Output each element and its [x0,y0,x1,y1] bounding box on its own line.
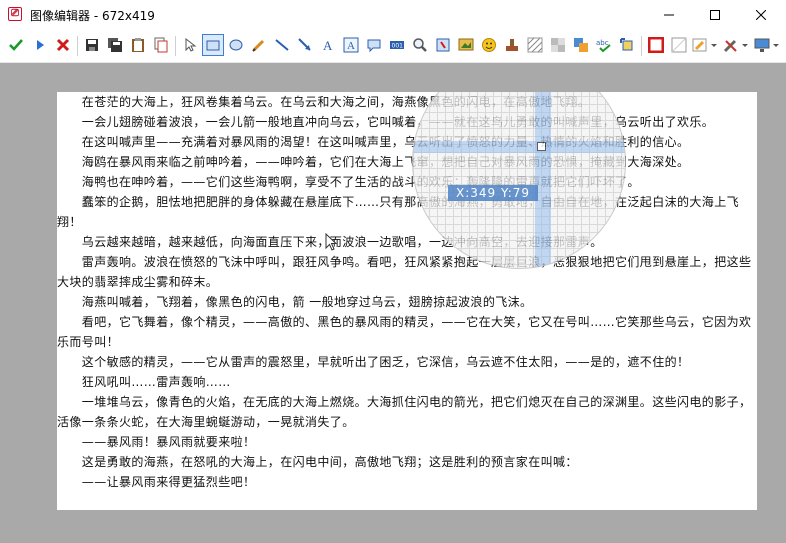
image-canvas[interactable]: 在苍茫的大海上，狂风卷集着乌云。在乌云和大海之间，海燕像黑色的闪电，在高傲地飞翔… [57,92,757,510]
ellipse-icon [229,39,243,51]
resize-icon [620,38,633,51]
minimize-button[interactable] [646,0,692,30]
copy-icon [154,37,168,53]
text-line: 海鸭也在呻吟着，——它们这些海鸭啊，享受不了生活的战斗的欢乐：轰隆隆的雷声就把它… [57,175,640,189]
cancel-button[interactable] [52,34,74,56]
line-icon [275,39,289,51]
text-line: 在苍茫的大海上，狂风卷集着乌云。在乌云和大海之间，海燕像黑色的闪电，在高傲地飞翔… [57,95,591,109]
text-line: 这是勇敢的海燕，在怒吼的大海上，在闪电中间，高傲地飞翔；这是胜利的预言家在叫喊： [57,455,578,469]
svg-text:001: 001 [392,43,404,50]
mouse-cursor-icon [325,233,338,251]
hatch-tool[interactable] [524,34,546,56]
counter-icon: 001 [390,41,404,50]
text-line: 蠢笨的企鹅，胆怯地把肥胖的身体躲藏在悬崖底下……只有那高傲的海燕，勇敢地，自由自… [57,195,740,229]
save-all-icon [108,38,122,52]
speech-bubble-tool[interactable] [363,34,385,56]
spellcheck-icon: abc [596,39,611,53]
emoji-tool[interactable] [478,34,500,56]
arrow-icon [298,38,311,51]
text-box-icon: A [343,37,359,53]
monitor-dropdown-icon [754,38,779,52]
text-line: 乌云越来越暗，越来越低，向海面直压下来，而波浪一边歌唱，一边冲向高空，去迎接那雷… [81,235,603,249]
border-color-button[interactable] [645,34,667,56]
border-color-icon [648,37,664,53]
spellcheck-tool[interactable]: abc [593,34,615,56]
text-line: 狂风吼叫……雷声轰响…… [57,375,231,389]
emoji-icon [482,38,496,52]
rectangle-icon [206,40,220,51]
crop-tool[interactable] [432,34,454,56]
svg-text:A: A [347,40,355,52]
pointer-icon [185,37,197,52]
toolbar: A A 001 abc [0,30,786,63]
save-icon [86,39,98,51]
text-line: 这个敏感的精灵，——它从雷声的震怒里，早就听出了困乏，它深信，乌云遮不住太阳，—… [57,355,690,369]
arrow-tool[interactable] [294,34,316,56]
text-line: 在这叫喊声里——充满着对暴风雨的渴望！在这叫喊声里，乌云听出了愤怒的力量、热情的… [57,135,690,149]
svg-text:abc: abc [596,39,609,47]
crop-icon [436,38,450,52]
fill-color-icon [671,37,687,53]
text-line: 雷声轰响。波浪在愤怒的飞沫中呼叫，跟狂风争鸣。看吧，狂风紧紧抱起一层层巨浪，恶狠… [57,255,752,289]
pencil-icon [252,39,265,52]
text-line: 看吧，它飞舞着，像个精灵，——高傲的、黑色的暴风雨的精灵，——它在大笑，它又在号… [57,315,752,349]
rectangle-tool[interactable] [202,34,224,56]
shapes-icon [574,38,588,52]
magnifier-icon [413,38,427,52]
document-text: 在苍茫的大海上，狂风卷集着乌云。在乌云和大海之间，海燕像黑色的闪电，在高傲地飞翔… [57,92,757,492]
stamp-tool[interactable] [501,34,523,56]
maximize-button[interactable] [692,0,738,30]
save-button[interactable] [81,34,103,56]
monitor-dropdown[interactable] [753,34,781,56]
ellipse-tool[interactable] [225,34,247,56]
window-title: 图像编辑器 - 672x419 [30,9,155,23]
title-bar: ⎚ 图像编辑器 - 672x419 [0,0,786,30]
text-icon: A [323,38,333,53]
hatch-icon [527,37,543,53]
select-tool[interactable] [179,34,201,56]
app-logo-icon: ⎚ [8,7,22,21]
shapes-tool[interactable] [570,34,592,56]
pencil-tool[interactable] [248,34,270,56]
maximize-icon [710,10,720,20]
highlight-dropdown-icon [692,38,717,52]
image-icon [458,38,474,51]
paste-icon [132,38,144,52]
text-tool[interactable]: A [317,34,339,56]
confirm-button[interactable] [5,34,27,56]
tools-dropdown-icon [723,39,748,53]
text-line: ——让暴风雨来得更猛烈些吧！ [57,475,256,489]
save-all-button[interactable] [104,34,126,56]
canvas-area[interactable]: 在苍茫的大海上，狂风卷集着乌云。在乌云和大海之间，海燕像黑色的闪电，在高傲地飞翔… [0,63,786,543]
counter-tool[interactable]: 001 [386,34,408,56]
blur-icon [551,38,565,52]
minimize-icon [664,14,674,16]
text-line: ——暴风雨！暴风雨就要来啦！ [57,435,256,449]
text-line: 一堆堆乌云，像青色的火焰，在无底的大海上燃烧。大海抓住闪电的箭光，把它们熄灭在自… [57,395,752,429]
fill-color-button[interactable] [668,34,690,56]
image-tool[interactable] [455,34,477,56]
play-icon [37,40,44,50]
check-icon [9,39,23,51]
stamp-icon [506,39,518,51]
highlight-dropdown[interactable] [691,34,719,56]
text-line: 海燕叫喊着，飞翔着，像黑色的闪电，箭 一般地穿过乌云，翅膀掠起波浪的飞沫。 [57,295,533,309]
speech-bubble-icon [367,39,381,53]
text-line: 一会儿翅膀碰着波浪，一会儿箭一般地直冲向乌云，它叫喊着，——就在这鸟儿勇敢的叫喊… [57,115,715,129]
magnifier-tool[interactable] [409,34,431,56]
close-icon [756,10,766,20]
cancel-icon [56,38,70,52]
tools-dropdown[interactable] [722,34,750,56]
line-tool[interactable] [271,34,293,56]
run-button[interactable] [29,34,51,56]
text-box-tool[interactable]: A [340,34,362,56]
text-line: 海鸥在暴风雨来临之前呻吟着，——呻吟着，它们在大海上飞窜，想把自己对暴风雨的恐惧… [57,155,690,169]
resize-tool[interactable] [616,34,638,56]
svg-text:A: A [323,38,333,53]
copy-button[interactable] [150,34,172,56]
blur-tool[interactable] [547,34,569,56]
close-button[interactable] [738,0,784,30]
coordinate-readout: X:349 Y:79 [448,185,539,201]
paste-button[interactable] [127,34,149,56]
